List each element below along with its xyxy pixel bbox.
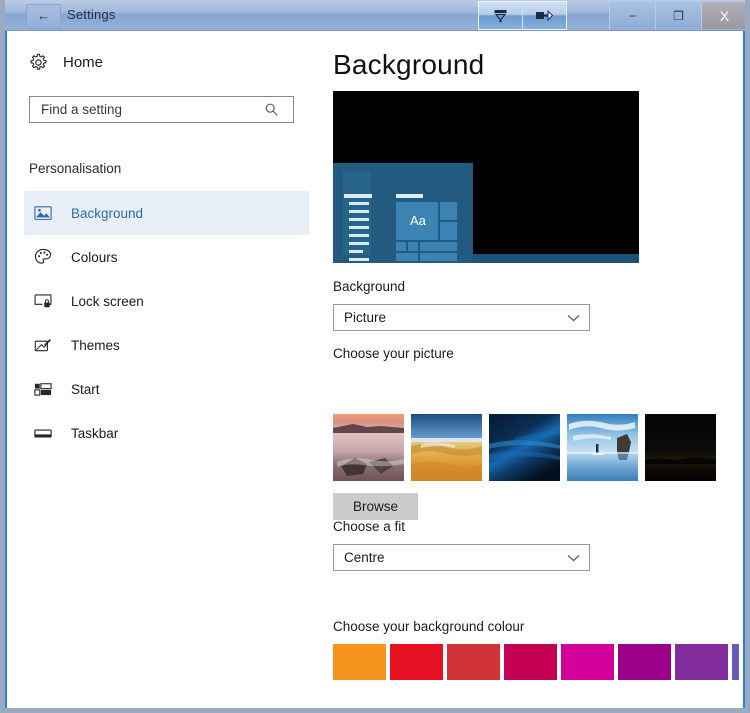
settings-content: Home Personalisation <box>10 31 745 708</box>
browse-button[interactable]: Browse <box>333 493 418 520</box>
thumb-windows-hero[interactable] <box>489 414 560 481</box>
preview-list-line <box>344 194 372 198</box>
preview-list-line <box>349 242 369 245</box>
capture-window-button[interactable] <box>523 2 566 29</box>
preview-tile <box>440 202 457 220</box>
preview-tile <box>420 253 457 261</box>
preview-list-line <box>349 250 363 253</box>
background-type-value: Picture <box>344 310 387 325</box>
preview-tile <box>396 253 418 261</box>
thumb-dunes[interactable] <box>411 414 482 481</box>
sidebar-item-label: Colours <box>71 249 118 265</box>
start-tiles-icon <box>34 382 56 397</box>
close-icon: X <box>719 7 730 24</box>
palette-icon <box>34 248 56 266</box>
sidebar-item-label: Taskbar <box>71 425 119 441</box>
minimize-icon: − <box>628 8 636 23</box>
choose-colour-label: Choose your background colour <box>333 619 525 634</box>
search-icon-wrap <box>257 102 285 117</box>
background-colour-swatches <box>333 644 745 680</box>
window-title-bar: ← Settings − ❐ X <box>5 0 745 31</box>
colour-swatch[interactable] <box>333 644 386 680</box>
search-setting-box[interactable] <box>29 96 294 123</box>
colour-swatch[interactable] <box>504 644 557 680</box>
preview-list-line <box>349 210 369 213</box>
picture-thumbnail-list <box>333 414 716 481</box>
sidebar-item-label: Lock screen <box>71 293 144 309</box>
main-scrollbar-track[interactable] <box>739 31 745 708</box>
background-type-label: Background <box>333 279 406 294</box>
sidebar-home-label: Home <box>63 54 104 71</box>
sidebar-item-colours[interactable]: Colours <box>24 235 309 279</box>
preview-tile <box>440 222 457 240</box>
thumb-beach-sunset[interactable] <box>333 414 404 481</box>
capture-window-icon <box>536 10 554 21</box>
sidebar-item-label: Background <box>71 205 144 221</box>
choose-picture-label: Choose your picture <box>333 346 454 361</box>
chevron-down-icon <box>567 554 580 562</box>
back-button[interactable]: ← <box>26 4 61 29</box>
chevron-down-icon <box>567 314 580 322</box>
lock-screen-icon <box>34 293 56 309</box>
capture-toolbar <box>478 1 567 30</box>
colour-swatch[interactable] <box>447 644 500 680</box>
colour-swatch[interactable] <box>675 644 728 680</box>
choose-fit-dropdown[interactable]: Centre <box>333 544 590 571</box>
main-scrollbar-thumb[interactable] <box>743 164 745 628</box>
sidebar-item-label: Themes <box>71 337 120 353</box>
back-arrow-icon: ← <box>37 8 50 23</box>
taskbar-icon <box>34 427 56 440</box>
background-type-dropdown[interactable]: Picture <box>333 304 590 331</box>
sidebar-item-home[interactable]: Home <box>29 53 103 72</box>
sidebar-item-themes[interactable]: Themes <box>24 323 309 367</box>
close-button[interactable]: X <box>701 2 745 29</box>
preview-tile <box>396 242 406 251</box>
colour-swatch[interactable] <box>561 644 614 680</box>
search-input[interactable] <box>39 101 257 118</box>
main-pane: Background Aa Background Picture Choose … <box>315 31 745 708</box>
preview-tile-text: Aa <box>410 213 426 228</box>
preview-list-line <box>349 202 369 205</box>
sidebar-item-taskbar[interactable]: Taskbar <box>24 411 309 455</box>
capture-region-button[interactable] <box>479 2 523 29</box>
window-title: Settings <box>67 7 116 22</box>
preview-list-line <box>349 218 369 221</box>
page-title: Background <box>333 49 485 80</box>
capture-region-icon <box>494 10 507 22</box>
sidebar-item-label: Start <box>71 381 100 397</box>
sidebar-item-background[interactable]: Background <box>24 191 309 235</box>
gear-icon <box>30 53 47 70</box>
minimize-button[interactable]: − <box>609 2 655 29</box>
preview-list-line <box>349 234 369 237</box>
window-controls: − ❐ X <box>609 2 745 29</box>
sidebar-nav-list: Background Colours Lock screen Themes St… <box>24 191 309 455</box>
maximize-icon: ❐ <box>673 8 684 23</box>
colour-swatch[interactable] <box>390 644 443 680</box>
sidebar-item-lock-screen[interactable]: Lock screen <box>24 279 309 323</box>
thumb-surfer[interactable] <box>567 414 638 481</box>
sidebar-section-header: Personalisation <box>29 161 122 176</box>
brush-icon <box>34 337 56 354</box>
maximize-button[interactable]: ❐ <box>655 2 701 29</box>
settings-window: ← Settings − ❐ X Home Find a setting Per… <box>0 0 750 713</box>
preview-list-line <box>349 258 369 261</box>
choose-fit-value: Centre <box>344 550 385 565</box>
background-preview: Aa <box>333 91 639 263</box>
thumb-dark-horizon[interactable] <box>645 414 716 481</box>
preview-tile <box>408 242 418 251</box>
colour-swatch[interactable] <box>618 644 671 680</box>
browse-button-label: Browse <box>352 499 398 514</box>
preview-start-menu: Aa <box>333 163 473 263</box>
preview-list-line <box>349 226 369 229</box>
search-icon <box>265 103 278 116</box>
sidebar: Home Personalisation <box>10 31 315 708</box>
picture-icon <box>34 205 56 221</box>
preview-tile <box>420 242 457 251</box>
preview-tile-group-label <box>396 194 423 198</box>
sidebar-item-start[interactable]: Start <box>24 367 309 411</box>
choose-fit-label: Choose a fit <box>333 519 406 534</box>
